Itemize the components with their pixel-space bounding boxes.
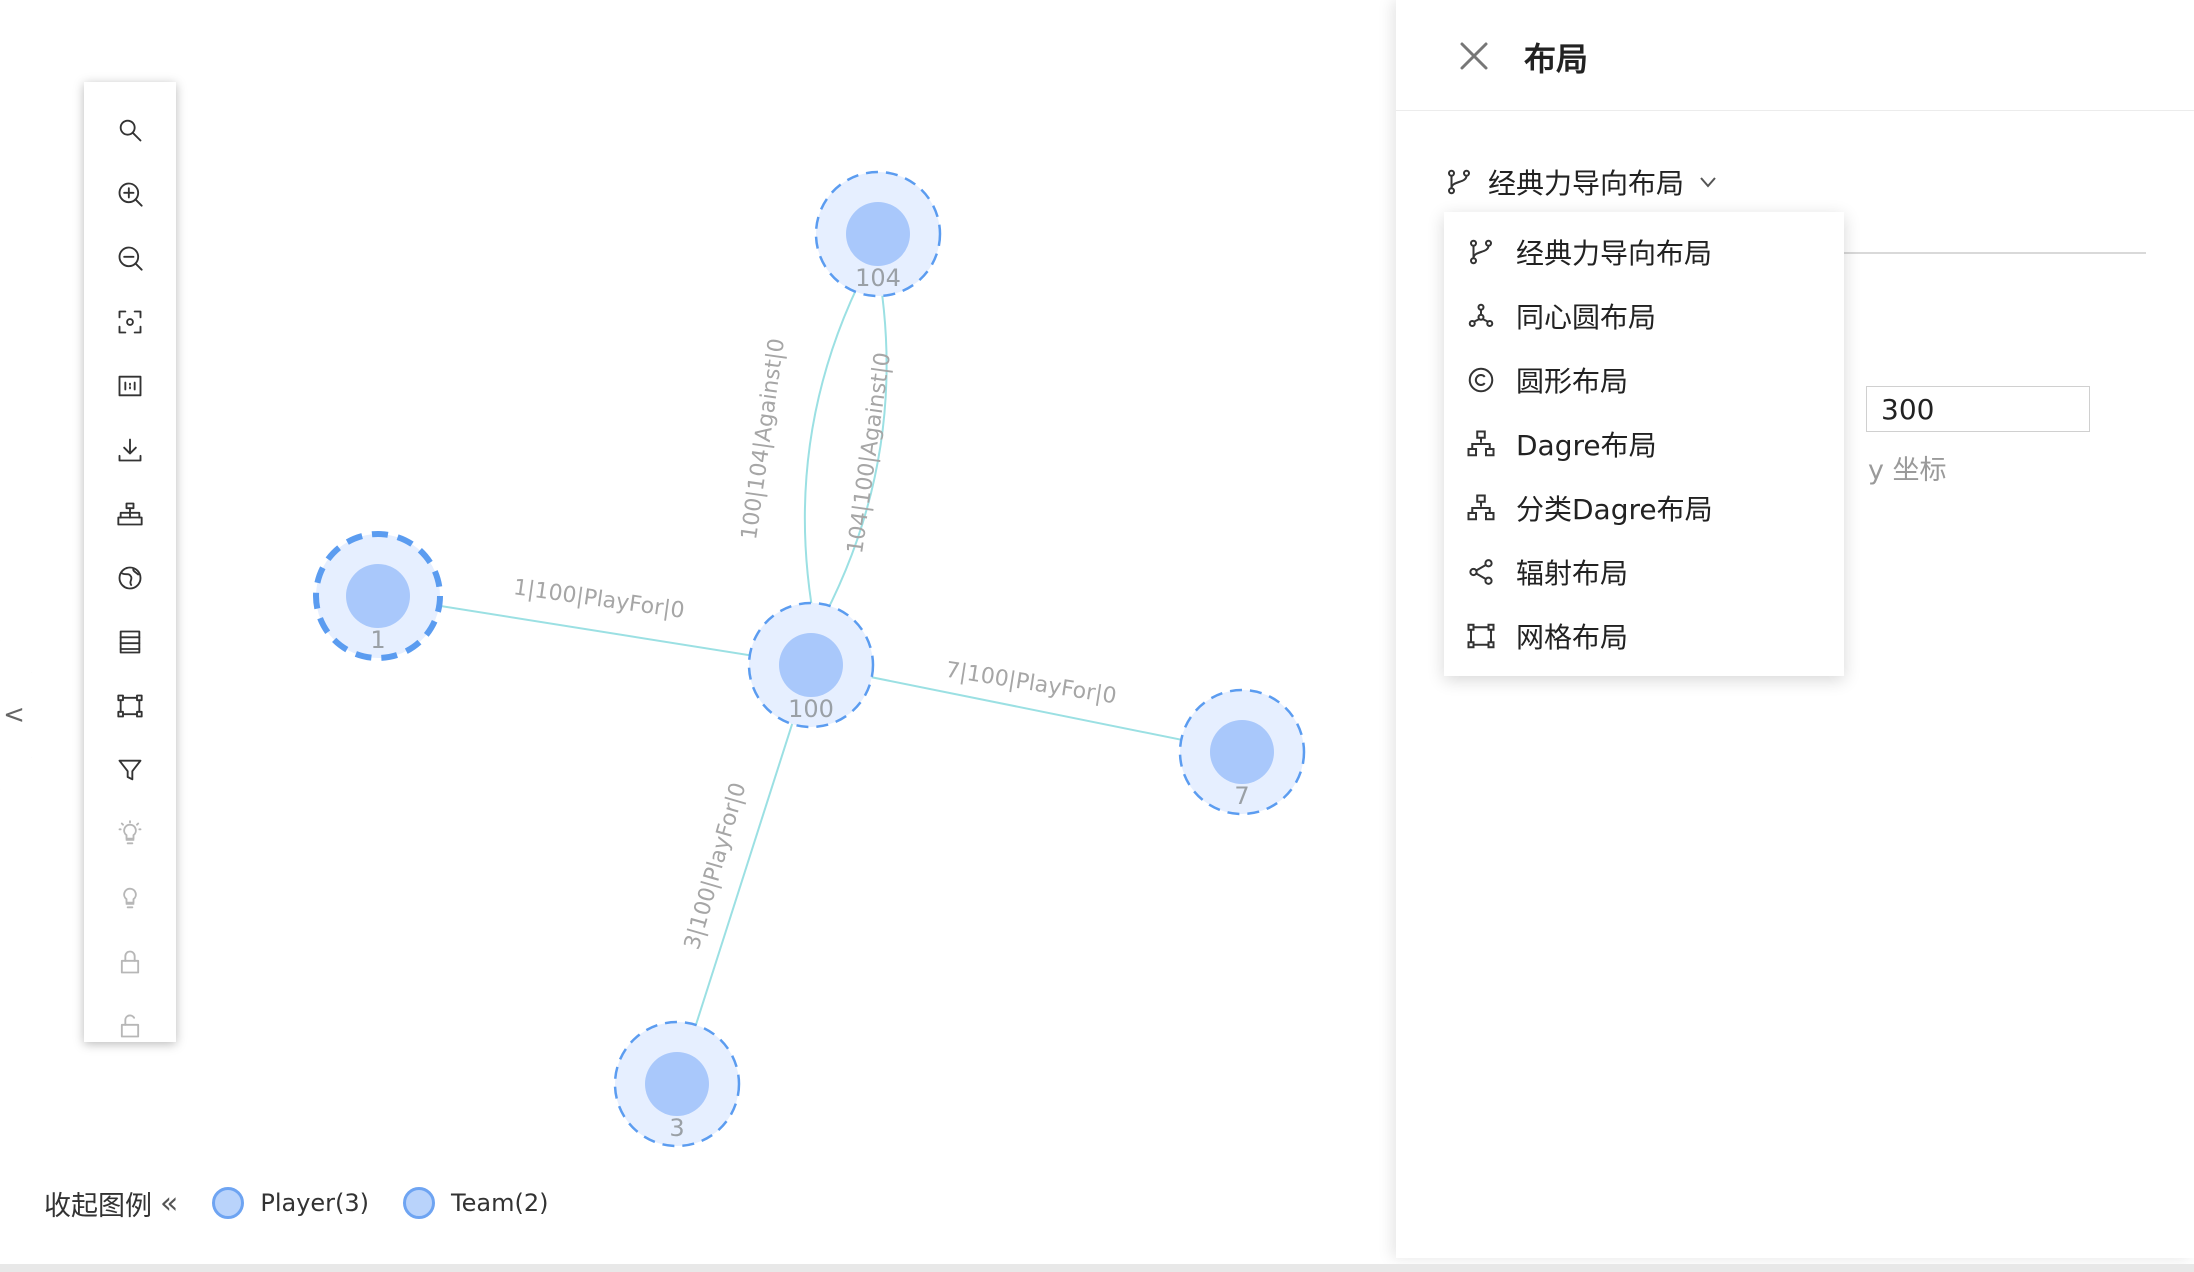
globe-button[interactable] xyxy=(84,546,176,610)
graph-canvas[interactable]: 1|100|PlayFor|0 7|100|PlayFor|0 3|100|Play… xyxy=(0,0,1396,1268)
panel-header: 布局 xyxy=(1396,0,2194,111)
list-icon xyxy=(119,630,141,654)
lock-button[interactable] xyxy=(84,930,176,994)
hierarchy-icon xyxy=(117,502,143,526)
edge-label: 3|100|PlayFor|0 xyxy=(680,780,752,953)
list-button[interactable] xyxy=(84,610,176,674)
layout-option-grid[interactable]: 网格布局 xyxy=(1444,604,1844,668)
highlight-bulb-button[interactable] xyxy=(84,802,176,866)
node-label: 3 xyxy=(669,1114,684,1142)
filter-button[interactable] xyxy=(84,738,176,802)
layout-option-label: 分类Dagre布局 xyxy=(1516,493,1713,526)
legend: 收起图例 « Player(3) Team(2) xyxy=(44,1178,582,1228)
layout-option-force[interactable]: 经典力导向布局 xyxy=(1444,220,1844,284)
legend-dot xyxy=(403,1187,436,1219)
bottom-border xyxy=(0,1264,2194,1272)
graph-toolbar xyxy=(84,82,176,1042)
actual-size-button[interactable] xyxy=(84,354,176,418)
layout-option-radial[interactable]: 辐射布局 xyxy=(1444,540,1844,604)
graph-node-7[interactable]: 7 xyxy=(1178,688,1306,816)
graph-node-1[interactable]: 1 xyxy=(313,531,443,661)
category-dagre-icon xyxy=(1467,494,1495,521)
layout-option-label: 辐射布局 xyxy=(1516,557,1629,590)
node-label: 100 xyxy=(788,695,834,723)
legend-item-player[interactable]: Player(3) xyxy=(212,1187,369,1219)
zoom-in-icon xyxy=(118,182,143,207)
node-core xyxy=(846,202,910,266)
branch-icon xyxy=(1448,169,1470,195)
double-chevron-left-icon[interactable]: « xyxy=(160,1186,178,1221)
y-coordinate-input[interactable] xyxy=(1866,386,2090,432)
radial-share-icon xyxy=(1469,559,1493,585)
branch-icon xyxy=(1470,239,1492,265)
grid-layout-icon xyxy=(117,694,143,718)
dagre-tree-icon xyxy=(1467,430,1495,457)
node-core xyxy=(346,564,410,628)
grid-frame-icon xyxy=(1467,623,1495,649)
unlock-button[interactable] xyxy=(84,994,176,1058)
hierarchy-button[interactable] xyxy=(84,482,176,546)
edge-label: 7|100|PlayFor|0 xyxy=(944,658,1118,710)
panel-title: 布局 xyxy=(1524,40,1589,78)
concentric-icon xyxy=(1468,303,1494,327)
layout-option-category-dagre[interactable]: 分类Dagre布局 xyxy=(1444,476,1844,540)
graph-node-3[interactable]: 3 xyxy=(613,1020,741,1148)
zoom-in-button[interactable] xyxy=(84,162,176,226)
layout-option-label: 经典力导向布局 xyxy=(1516,237,1713,270)
y-coordinate-label: y 坐标 xyxy=(1868,455,1947,486)
download-icon xyxy=(118,438,142,462)
search-icon xyxy=(119,119,142,142)
layout-option-concentric[interactable]: 同心圆布局 xyxy=(1444,284,1844,348)
globe-icon xyxy=(118,566,142,590)
graph-node-100[interactable]: 100 xyxy=(747,601,875,729)
node-label: 7 xyxy=(1234,782,1249,810)
search-button[interactable] xyxy=(84,98,176,162)
legend-label: Team(2) xyxy=(451,1189,549,1217)
lock-icon xyxy=(120,950,140,974)
node-core xyxy=(1210,720,1274,784)
edge-label: 1|100|PlayFor|0 xyxy=(512,575,686,624)
graph-svg[interactable]: 1|100|PlayFor|0 7|100|PlayFor|0 3|100|Play… xyxy=(0,0,1396,1268)
zoom-out-icon xyxy=(118,246,143,271)
layout-option-label: Dagre布局 xyxy=(1516,429,1657,462)
legend-dot xyxy=(212,1187,245,1219)
node-core xyxy=(645,1052,709,1116)
node-label: 1 xyxy=(370,626,385,654)
graph-node-104[interactable]: 104 xyxy=(814,170,942,298)
chevron-left-icon: < xyxy=(3,700,25,730)
focus-fit-button[interactable] xyxy=(84,290,176,354)
divider xyxy=(1844,252,2146,254)
edge-label: 100|104|Against|0 xyxy=(737,337,790,541)
edge-label: 104|100|Against|0 xyxy=(843,351,896,555)
download-button[interactable] xyxy=(84,418,176,482)
legend-label: Player(3) xyxy=(260,1189,370,1217)
circle-c-icon xyxy=(1468,367,1494,393)
filter-icon xyxy=(118,759,142,781)
bulb-off-icon xyxy=(123,887,137,909)
layout-option-dagre[interactable]: Dagre布局 xyxy=(1444,412,1844,476)
node-label: 104 xyxy=(855,264,901,292)
bulb-off-button[interactable] xyxy=(84,866,176,930)
focus-fit-icon xyxy=(118,310,142,334)
unlock-icon xyxy=(120,1014,140,1038)
layout-option-circular[interactable]: 圆形布局 xyxy=(1444,348,1844,412)
close-icon xyxy=(1460,42,1488,70)
layout-select[interactable]: 经典力导向布局 xyxy=(1444,160,1718,204)
legend-item-team[interactable]: Team(2) xyxy=(403,1187,548,1219)
layout-option-label: 同心圆布局 xyxy=(1516,301,1657,334)
selected-layout-value: 经典力导向布局 xyxy=(1488,167,1685,200)
chevron-down-icon xyxy=(1700,177,1716,188)
collapse-legend-button[interactable]: 收起图例 xyxy=(44,1184,152,1223)
actual-size-icon xyxy=(118,375,142,397)
node-core xyxy=(779,633,843,697)
layout-option-label: 网格布局 xyxy=(1516,621,1629,654)
close-button[interactable] xyxy=(1454,36,1494,76)
layout-dropdown-menu: 经典力导向布局 同心圆布局 圆形布局 Dagre布局 分类Dagre布局 辐射布… xyxy=(1444,212,1844,676)
layout-option-label: 圆形布局 xyxy=(1516,365,1629,398)
zoom-out-button[interactable] xyxy=(84,226,176,290)
grid-layout-button[interactable] xyxy=(84,674,176,738)
highlight-bulb-icon xyxy=(118,820,142,845)
